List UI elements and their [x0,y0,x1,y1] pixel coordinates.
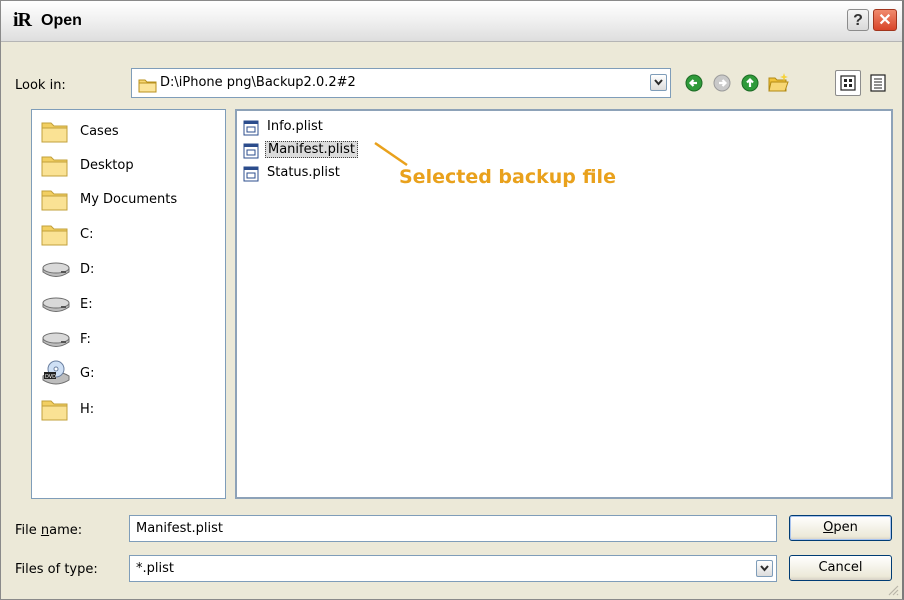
place-item-e[interactable]: E: [40,289,220,319]
file-name: Status.plist [267,165,340,180]
thumbnail-view-icon [836,75,860,99]
place-label: E: [80,297,93,312]
place-label: F: [80,332,91,347]
places-list: Cases Desktop My Documents C: D: E: F: D… [31,109,226,499]
dvd-drive-icon: DVD [40,360,72,392]
place-item-my-documents[interactable]: My Documents [40,184,220,214]
file-type-value: *.plist [136,561,174,576]
forward-button[interactable] [709,70,735,96]
thumbnail-view-button[interactable] [835,70,861,96]
file-name: Manifest.plist [265,141,358,158]
place-label: Desktop [80,158,134,173]
drive-icon [40,291,72,321]
place-item-c[interactable]: C: [40,219,220,249]
place-label: G: [80,366,95,381]
place-item-desktop[interactable]: Desktop [40,150,220,180]
title-bar: iR Open ? ✕ [1,1,902,42]
look-in-dropdown-arrow[interactable] [650,74,667,91]
place-label: My Documents [80,192,178,207]
folder-icon [40,396,70,426]
place-item-f[interactable]: F: [40,324,220,354]
drive-icon [40,326,72,356]
place-item-h[interactable]: H: [40,394,220,424]
place-label: H: [80,402,95,417]
folder-icon [40,152,70,182]
file-type-dropdown-arrow[interactable] [756,560,773,577]
file-name-input[interactable]: Manifest.plist [129,515,777,542]
list-view-icon [865,74,891,100]
plist-file-icon [243,120,259,140]
file-type-dropdown[interactable]: *.plist [129,555,777,582]
plist-file-icon [243,143,259,163]
look-in-label: Look in: [15,78,66,93]
place-item-g[interactable]: DVD G: [40,358,220,388]
help-button[interactable]: ? [847,9,869,31]
folder-icon [40,221,70,251]
window-title: Open [41,12,82,29]
back-icon [681,74,707,100]
svg-text:DVD: DVD [45,374,56,380]
back-button[interactable] [681,70,707,96]
place-label: Cases [80,124,119,139]
drive-icon [40,256,72,286]
app-logo-icon: iR [13,9,32,31]
place-item-cases[interactable]: Cases [40,116,220,146]
close-button[interactable]: ✕ [873,9,897,31]
callout-arrow [374,141,408,167]
cancel-button[interactable]: Cancel [789,555,892,581]
look-in-path: D:\iPhone png\Backup2.0.2#2 [160,75,356,90]
open-dialog: iR Open ? ✕ Look in: D:\iPhone png\Backu… [0,0,904,600]
file-name-label: File name: [15,523,83,538]
file-type-label: Files of type: [15,562,98,577]
up-folder-button[interactable] [737,70,763,96]
open-button[interactable]: Open [789,515,892,541]
plist-file-icon [243,166,259,186]
place-item-d[interactable]: D: [40,254,220,284]
look-in-dropdown[interactable]: D:\iPhone png\Backup2.0.2#2 [131,68,671,98]
folder-icon [40,118,70,148]
file-name: Info.plist [267,119,323,134]
list-view-button[interactable] [865,70,891,96]
new-folder-button[interactable] [765,70,791,96]
up-folder-icon [737,74,763,100]
callout-label: Selected backup file [399,166,616,188]
place-label: D: [80,262,95,277]
new-folder-icon [765,73,791,100]
resize-grip-icon[interactable] [887,584,899,596]
folder-icon [138,77,158,97]
place-label: C: [80,227,94,242]
folder-icon [40,186,70,216]
forward-icon [709,74,735,100]
